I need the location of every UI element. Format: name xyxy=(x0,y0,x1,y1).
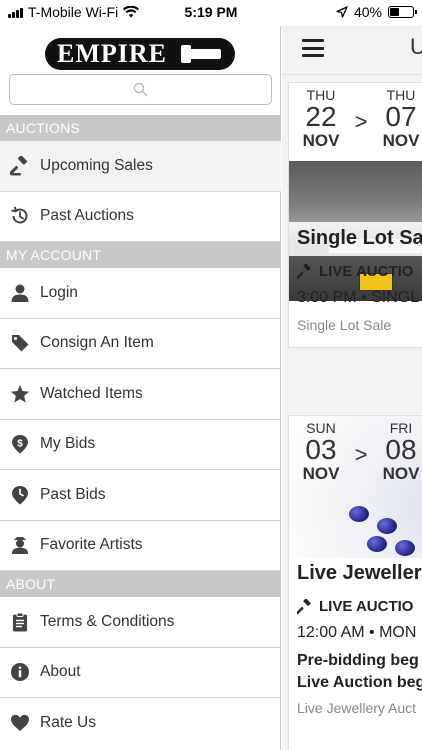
history-icon xyxy=(0,206,40,226)
battery-icon xyxy=(388,6,417,18)
prebid-line: Pre-bidding beg xyxy=(297,652,419,669)
menu-item-label: My Bids xyxy=(40,435,96,453)
menu-item-label: Upcoming Sales xyxy=(40,156,153,174)
menu-item-label: Watched Items xyxy=(40,384,143,402)
wifi-icon xyxy=(123,6,140,18)
status-right: 40% xyxy=(336,4,417,20)
menu-item-watched[interactable]: Watched Items xyxy=(0,369,281,420)
menu-item-past-bids[interactable]: Past Bids xyxy=(0,470,281,521)
side-drawer: EMPIRE AUCTIONS Upcoming Sales Past Auct… xyxy=(0,26,281,750)
drawer-menu: AUCTIONS Upcoming Sales Past Auctions MY… xyxy=(0,115,281,749)
empire-logo[interactable]: EMPIRE xyxy=(45,38,235,70)
dollar-pin-icon: $ xyxy=(0,434,40,454)
live-auction-label: LIVE AUCTIO xyxy=(297,263,413,280)
menu-item-label: Past Bids xyxy=(40,485,106,503)
auction-time: 3:00 PM • SINGL xyxy=(297,289,420,306)
menu-item-past-auctions[interactable]: Past Auctions xyxy=(0,192,281,242)
menu-item-login[interactable]: Login xyxy=(0,268,281,319)
main-content: U THU 22 NOV > THU 07 NOV Single Lot Sa … xyxy=(282,26,422,750)
carrier-label: T-Mobile Wi-Fi xyxy=(28,4,119,20)
menu-item-consign[interactable]: Consign An Item xyxy=(0,319,281,369)
artist-icon xyxy=(0,535,40,555)
menu-item-label: Past Auctions xyxy=(40,207,134,225)
heart-icon xyxy=(0,713,40,733)
search-input[interactable] xyxy=(10,75,271,104)
auction-dates: SUN 03 NOV > FRI 08 NOV xyxy=(289,416,422,484)
clock-pin-icon xyxy=(0,485,40,505)
gavel-icon xyxy=(0,155,40,176)
section-header-auctions: AUCTIONS xyxy=(0,115,281,141)
live-start-line: Live Auction beg xyxy=(297,674,422,691)
menu-item-label: Terms & Conditions xyxy=(40,612,175,630)
svg-text:$: $ xyxy=(17,439,23,450)
gavel-icon xyxy=(297,263,311,279)
auction-time: 12:00 AM • MON xyxy=(297,624,417,641)
end-date: THU 07 NOV xyxy=(382,87,420,150)
date-separator: > xyxy=(354,109,368,134)
menu-item-about[interactable]: About xyxy=(0,648,281,698)
signal-icon xyxy=(8,6,23,18)
menu-item-favorite-artists[interactable]: Favorite Artists xyxy=(0,521,281,571)
section-header-about: ABOUT xyxy=(0,571,281,597)
status-left: T-Mobile Wi-Fi xyxy=(8,4,140,20)
section-header-my-account: MY ACCOUNT xyxy=(0,242,281,268)
menu-item-my-bids[interactable]: $ My Bids xyxy=(0,420,281,470)
header-divider xyxy=(282,74,422,75)
user-icon xyxy=(0,283,40,303)
auction-subtitle: Single Lot Sale xyxy=(297,317,392,333)
menu-item-label: Login xyxy=(40,283,78,301)
end-date: FRI 08 NOV xyxy=(382,420,420,483)
star-icon xyxy=(0,384,40,404)
menu-item-label: Favorite Artists xyxy=(40,536,143,554)
tag-icon xyxy=(0,333,40,353)
auction-title: Live Jewellery xyxy=(297,562,422,584)
menu-item-terms[interactable]: Terms & Conditions xyxy=(0,597,281,648)
battery-percent: 40% xyxy=(353,4,382,20)
logo-gavel-icon xyxy=(181,45,221,63)
header-title-partial: U xyxy=(410,34,422,59)
auction-title: Single Lot Sa xyxy=(297,227,422,249)
date-separator: > xyxy=(354,442,368,467)
start-date: THU 22 NOV xyxy=(302,87,340,150)
auction-card[interactable]: SUN 03 NOV > FRI 08 NOV Live Jewellery L… xyxy=(288,415,422,750)
menu-item-upcoming-sales[interactable]: Upcoming Sales xyxy=(0,141,281,192)
location-arrow-icon xyxy=(336,6,348,18)
status-bar: T-Mobile Wi-Fi 5:19 PM 40% xyxy=(0,0,422,26)
gavel-icon xyxy=(297,598,311,614)
live-auction-label: LIVE AUCTIO xyxy=(297,598,413,615)
auction-dates: THU 22 NOV > THU 07 NOV xyxy=(289,83,422,161)
search-box[interactable] xyxy=(9,74,272,105)
menu-item-label: Rate Us xyxy=(40,714,96,732)
clipboard-icon xyxy=(0,612,40,632)
auction-subtitle: Live Jewellery Auct xyxy=(297,700,417,716)
menu-item-rate-us[interactable]: Rate Us xyxy=(0,698,281,749)
menu-item-label: Consign An Item xyxy=(40,334,154,352)
start-date: SUN 03 NOV xyxy=(302,420,340,483)
logo-text: EMPIRE xyxy=(57,39,167,68)
auction-card[interactable]: THU 22 NOV > THU 07 NOV Single Lot Sa LI… xyxy=(288,82,422,348)
info-icon xyxy=(0,662,40,682)
hamburger-menu-icon[interactable] xyxy=(302,39,324,57)
menu-item-label: About xyxy=(40,663,81,681)
